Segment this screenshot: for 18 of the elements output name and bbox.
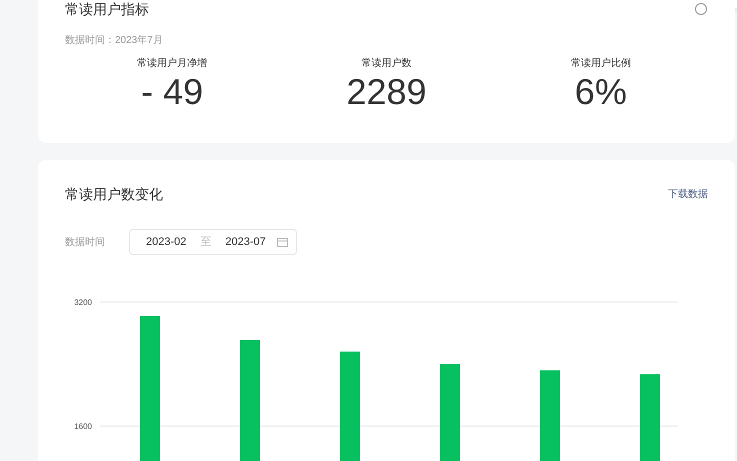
metric-label: 常读用户比例 [570, 56, 631, 71]
start-date: 2023-02 [146, 234, 186, 250]
metric-label: 常读用户月净增 [137, 56, 208, 71]
metric-value: - 49 [141, 71, 204, 113]
axis-label: 1600 [74, 422, 92, 432]
axis-label: 3200 [74, 298, 92, 307]
metric-value: 2289 [346, 71, 427, 113]
date-label: 数据时间 [65, 236, 106, 250]
card-title: 常读用户数变化 [65, 185, 163, 204]
range-separator: 至 [200, 234, 212, 250]
data-time: 数据时间：2023年7月 [65, 34, 164, 48]
date-range-field[interactable]: 2023-02 至 2023-07 [129, 229, 297, 255]
metric-label: 常读用户数 [361, 56, 412, 71]
calendar-icon [277, 237, 288, 247]
download-link[interactable]: 下载数据 [668, 187, 708, 202]
card-title: 常读用户指标 [65, 1, 149, 17]
end-date: 2023-07 [225, 234, 266, 250]
metric-value: 6% [574, 71, 627, 113]
